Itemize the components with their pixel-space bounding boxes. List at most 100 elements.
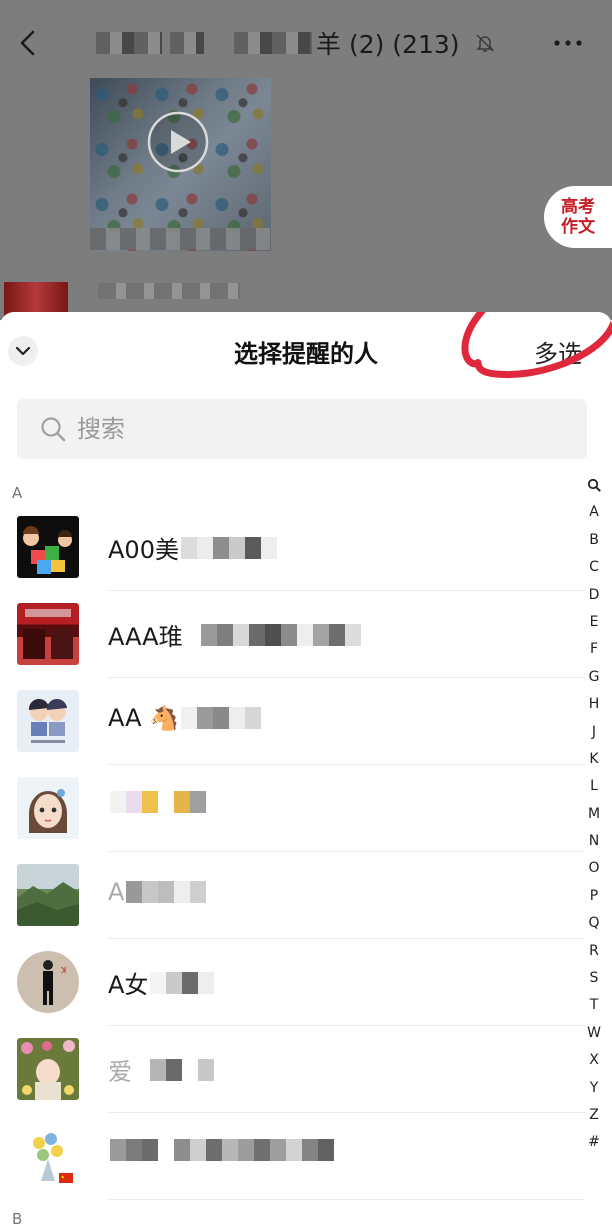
index-letter[interactable]: T xyxy=(583,992,605,1019)
play-icon[interactable] xyxy=(146,110,210,174)
redacted-title-part xyxy=(234,32,312,54)
index-letter[interactable]: Z xyxy=(583,1102,605,1129)
search-input[interactable] xyxy=(77,415,527,443)
mosaic-tile xyxy=(286,1139,302,1161)
contact-row[interactable]: A00美 xyxy=(0,504,585,591)
contact-row[interactable] xyxy=(0,1113,585,1200)
contact-name: A女 xyxy=(108,965,215,1000)
flower-bouquet-avatar xyxy=(17,1125,79,1187)
index-letter[interactable]: # xyxy=(583,1129,605,1156)
chat-top-bar: 羊 (2) (213) xyxy=(0,0,612,86)
mosaic-tile xyxy=(126,791,142,813)
mosaic-tile xyxy=(182,1058,198,1081)
index-letter[interactable]: A xyxy=(583,499,605,526)
mosaic-tile xyxy=(197,707,214,729)
mosaic-tile xyxy=(110,1139,126,1161)
index-letter[interactable]: N xyxy=(583,828,605,855)
index-letters: A B C D E F G H J K L M N O P Q R S T W X Y Z # xyxy=(583,499,605,1156)
redacted-name-mosaic xyxy=(110,791,206,813)
mosaic-tile xyxy=(260,536,277,559)
index-letter[interactable]: L xyxy=(583,773,605,800)
mosaic-tile xyxy=(244,536,261,559)
contact-name-text: A xyxy=(108,878,125,906)
search-icon xyxy=(41,417,66,442)
mountain-landscape-avatar xyxy=(17,864,79,926)
contact-row[interactable]: A xyxy=(0,852,585,939)
contact-row[interactable]: AA 🐴 xyxy=(0,678,585,765)
index-letter[interactable]: Y xyxy=(583,1075,605,1102)
mosaic-tile xyxy=(296,623,313,646)
mosaic-tile xyxy=(238,1139,254,1161)
contact-name-text: AA 🐴 xyxy=(108,704,180,732)
mosaic-tile xyxy=(228,536,245,559)
alphabet-index-bar[interactable]: A B C D E F G H J K L M N O P Q R S T W X Y Z # xyxy=(583,472,605,1157)
index-letter[interactable]: C xyxy=(583,554,605,581)
badge-label: 高考 作文 xyxy=(558,197,598,237)
svg-text:ꓘ: ꓘ xyxy=(60,966,66,975)
contact-row[interactable]: 爱 xyxy=(0,1026,585,1113)
mosaic-tile xyxy=(216,623,233,646)
section-header-a: A xyxy=(12,484,23,502)
index-letter[interactable]: W xyxy=(583,1020,605,1047)
contact-name: 爱 xyxy=(108,1052,214,1087)
video-message-thumbnail[interactable] xyxy=(90,78,271,251)
mosaic-tile xyxy=(142,791,158,813)
index-letter[interactable]: P xyxy=(583,883,605,910)
mosaic-tile xyxy=(181,707,198,729)
mosaic-tile xyxy=(318,1139,334,1161)
mosaic-tile xyxy=(280,623,297,646)
mosaic-tile xyxy=(312,623,329,646)
mosaic-tile xyxy=(200,623,217,646)
back-arrow-icon[interactable] xyxy=(14,28,44,58)
index-letter[interactable]: F xyxy=(583,636,605,663)
badge-line-1: 高考 xyxy=(561,197,595,217)
mosaic-tile xyxy=(229,707,246,729)
contact-row[interactable]: AAA琟 xyxy=(0,591,585,678)
index-letter[interactable]: X xyxy=(583,1047,605,1074)
redacted-name-mosaic xyxy=(126,881,207,903)
index-letter[interactable]: S xyxy=(583,965,605,992)
mosaic-tile xyxy=(190,1139,206,1161)
mosaic-tile xyxy=(196,536,213,559)
mosaic-tile xyxy=(184,623,201,646)
storefront-avatar xyxy=(17,603,79,665)
redacted-caption xyxy=(90,228,271,250)
sheet-header: 选择提醒的人 多选 xyxy=(0,312,612,392)
contact-name xyxy=(108,1139,334,1161)
more-dots-icon[interactable] xyxy=(552,30,584,56)
baby-flowers-avatar xyxy=(17,1038,79,1100)
index-letter[interactable]: M xyxy=(583,801,605,828)
index-letter[interactable]: D xyxy=(583,582,605,609)
contact-row[interactable] xyxy=(0,765,585,852)
floating-gaokao-badge[interactable]: 高考 作文 xyxy=(544,186,612,248)
index-letter[interactable]: R xyxy=(583,938,605,965)
redacted-name-mosaic xyxy=(134,1058,214,1081)
mosaic-tile xyxy=(180,536,197,559)
contact-row[interactable]: ꓘ A女 xyxy=(0,939,585,1026)
contact-list: A00美 AAA琟 AA 🐴 A ꓘ A女 爱 xyxy=(0,504,585,1200)
section-header-b: B xyxy=(12,1210,23,1228)
mosaic-tile xyxy=(198,971,215,994)
index-letter[interactable]: Q xyxy=(583,910,605,937)
kids-blocks-avatar xyxy=(17,516,79,578)
mosaic-tile xyxy=(158,881,175,903)
index-letter[interactable]: O xyxy=(583,855,605,882)
index-letter[interactable]: J xyxy=(583,719,605,746)
mosaic-tile xyxy=(254,1139,270,1161)
sheet-title: 选择提醒的人 xyxy=(234,340,378,368)
index-letter[interactable]: E xyxy=(583,609,605,636)
index-letter[interactable]: K xyxy=(583,746,605,773)
contact-name-text: 爱 xyxy=(108,1058,132,1086)
index-letter[interactable]: H xyxy=(583,691,605,718)
contact-name: A xyxy=(108,878,207,906)
index-search-icon[interactable] xyxy=(583,472,605,499)
index-letter[interactable]: G xyxy=(583,664,605,691)
multi-select-button[interactable]: 多选 xyxy=(534,334,582,369)
mention-picker-sheet: 选择提醒的人 多选 A A00美 xyxy=(0,312,612,1231)
search-bar[interactable] xyxy=(17,399,587,459)
mosaic-tile xyxy=(182,971,199,994)
mosaic-tile xyxy=(126,881,143,903)
cartoon-couple-avatar xyxy=(17,690,79,752)
person-walking-avatar: ꓘ xyxy=(17,951,79,1013)
index-letter[interactable]: B xyxy=(583,527,605,554)
